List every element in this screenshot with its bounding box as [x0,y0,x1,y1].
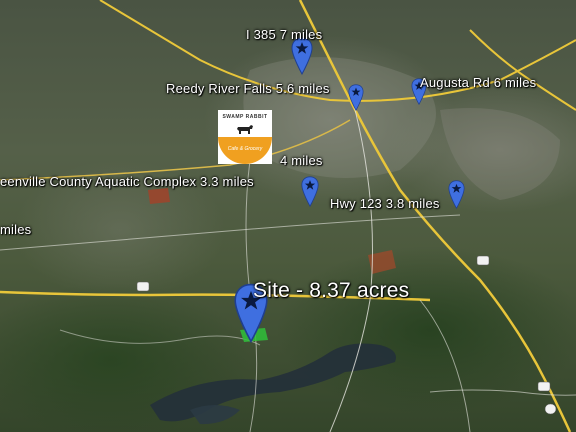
lake [150,343,396,422]
route-shield [537,381,551,392]
map-pin-icon[interactable] [448,180,465,209]
label-swamp-rabbit-distance: 4 miles [280,153,323,168]
logo-subtitle: Cafe & Grocery [227,146,263,152]
road [0,214,461,251]
clay-patch [148,188,170,204]
label-reedy-river-falls: Reedy River Falls 5.6 miles [166,81,330,96]
label-i385: I 385 7 miles [246,27,323,42]
map-pin-icon[interactable] [301,176,319,207]
cow-icon [237,125,253,134]
road [59,329,261,346]
urban-area [243,57,436,179]
route-shield [544,403,557,415]
map-pin-icon[interactable] [348,84,364,111]
terrain-layer [0,0,576,432]
highway [469,29,576,111]
label-hwy-123: Hwy 123 3.8 miles [330,196,440,211]
satellite-map[interactable]: SWAMP RABBIT Cafe & Grocery I 385 7 mile… [0,0,576,432]
lake [190,405,240,425]
road [429,389,576,396]
label-aquatic-complex: eenville County Aquatic Complex 3.3 mile… [0,174,254,189]
label-partial-miles: miles [0,222,32,237]
swamp-rabbit-logo[interactable]: SWAMP RABBIT Cafe & Grocery [218,110,272,164]
road [419,299,471,432]
route-shield [136,281,150,292]
logo-name: SWAMP RABBIT [222,114,268,120]
route-shield [476,255,490,266]
label-augusta-rd: Augusta Rd 6 miles [420,75,537,90]
map-pin-icon[interactable] [291,37,313,75]
label-site: Site - 8.37 acres [253,279,410,302]
